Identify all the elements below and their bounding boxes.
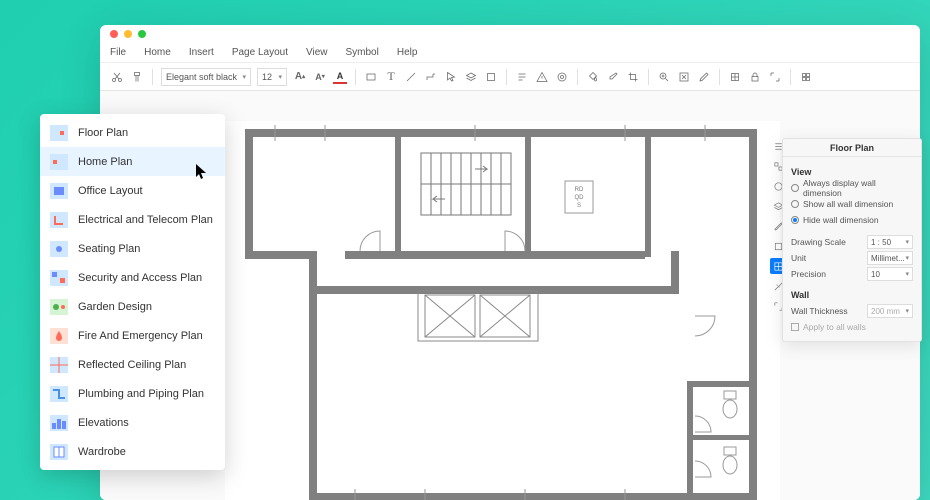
font-color-icon[interactable]: A bbox=[333, 70, 347, 84]
home-plan-icon bbox=[50, 154, 68, 170]
wall-section-label: Wall bbox=[791, 290, 913, 300]
office-layout-icon bbox=[50, 183, 68, 199]
menu-file[interactable]: File bbox=[110, 47, 126, 58]
precision-input[interactable]: 10▾ bbox=[867, 267, 913, 281]
layers-icon[interactable] bbox=[464, 70, 478, 84]
unit-input[interactable]: Millimet...▾ bbox=[867, 251, 913, 265]
crop-icon[interactable] bbox=[626, 70, 640, 84]
thickness-label: Wall Thickness bbox=[791, 306, 863, 316]
plan-item-fire[interactable]: Fire And Emergency Plan bbox=[40, 321, 225, 350]
font-smaller-icon[interactable]: A▾ bbox=[313, 70, 327, 84]
properties-title: Floor Plan bbox=[783, 139, 921, 157]
electrical-plan-icon bbox=[50, 212, 68, 228]
radio-always-display[interactable]: Always display wall dimension bbox=[791, 180, 913, 196]
fill-icon[interactable] bbox=[586, 70, 600, 84]
grid-icon[interactable] bbox=[728, 70, 742, 84]
menu-insert[interactable]: Insert bbox=[189, 47, 214, 58]
font-select[interactable]: Elegant soft black▾ bbox=[161, 68, 251, 86]
plan-item-floor[interactable]: Floor Plan bbox=[40, 118, 225, 147]
plan-item-garden[interactable]: Garden Design bbox=[40, 292, 225, 321]
more-icon[interactable] bbox=[799, 70, 813, 84]
thickness-input[interactable]: 200 mm▾ bbox=[867, 304, 913, 318]
plumbing-plan-icon bbox=[50, 386, 68, 402]
plan-item-ceiling[interactable]: Reflected Ceiling Plan bbox=[40, 350, 225, 379]
font-larger-icon[interactable]: A▴ bbox=[293, 70, 307, 84]
warning-icon[interactable] bbox=[535, 70, 549, 84]
select-icon[interactable] bbox=[444, 70, 458, 84]
plan-item-office[interactable]: Office Layout bbox=[40, 176, 225, 205]
plan-item-wardrobe[interactable]: Wardrobe bbox=[40, 437, 225, 466]
security-plan-icon bbox=[50, 270, 68, 286]
plan-item-plumbing[interactable]: Plumbing and Piping Plan bbox=[40, 379, 225, 408]
connector-icon[interactable] bbox=[424, 70, 438, 84]
font-size-select[interactable]: 12▾ bbox=[257, 68, 287, 86]
lock-icon[interactable] bbox=[748, 70, 762, 84]
eyedropper-icon[interactable] bbox=[606, 70, 620, 84]
cut-icon[interactable] bbox=[110, 70, 124, 84]
expand-icon[interactable] bbox=[768, 70, 782, 84]
style-icon[interactable] bbox=[484, 70, 498, 84]
radio-hide[interactable]: Hide wall dimension bbox=[791, 212, 913, 228]
menu-symbol[interactable]: Symbol bbox=[346, 47, 379, 58]
menu-help[interactable]: Help bbox=[397, 47, 418, 58]
shape-rect-icon[interactable] bbox=[364, 70, 378, 84]
apply-all-check[interactable]: Apply to all walls bbox=[791, 319, 913, 335]
garden-design-icon bbox=[50, 299, 68, 315]
svg-text:QD: QD bbox=[575, 195, 585, 201]
precision-label: Precision bbox=[791, 269, 863, 279]
svg-text:RD: RD bbox=[575, 187, 584, 193]
svg-text:S: S bbox=[577, 203, 581, 209]
zoom-in-icon[interactable] bbox=[657, 70, 671, 84]
plan-item-home[interactable]: Home Plan bbox=[40, 147, 225, 176]
plan-item-seating[interactable]: Seating Plan bbox=[40, 234, 225, 263]
properties-panel: Floor Plan View Always display wall dime… bbox=[782, 138, 922, 342]
plan-item-elevations[interactable]: Elevations bbox=[40, 408, 225, 437]
plan-type-menu: Floor Plan Home Plan Office Layout Elect… bbox=[40, 114, 225, 470]
elevations-icon bbox=[50, 415, 68, 431]
radio-show-all[interactable]: Show all wall dimension bbox=[791, 196, 913, 212]
ceiling-plan-icon bbox=[50, 357, 68, 373]
target-icon[interactable] bbox=[555, 70, 569, 84]
align-icon[interactable] bbox=[515, 70, 529, 84]
scale-label: Drawing Scale bbox=[791, 237, 863, 247]
seating-plan-icon bbox=[50, 241, 68, 257]
minimize-window-dot[interactable] bbox=[124, 30, 132, 38]
pen-icon[interactable] bbox=[697, 70, 711, 84]
text-icon[interactable]: T bbox=[384, 70, 398, 84]
menu-view[interactable]: View bbox=[306, 47, 328, 58]
maximize-window-dot[interactable] bbox=[138, 30, 146, 38]
format-painter-icon[interactable] bbox=[130, 70, 144, 84]
fire-plan-icon bbox=[50, 328, 68, 344]
unit-label: Unit bbox=[791, 253, 863, 263]
titlebar bbox=[100, 25, 920, 43]
wardrobe-icon bbox=[50, 444, 68, 460]
plan-item-security[interactable]: Security and Access Plan bbox=[40, 263, 225, 292]
menubar: File Home Insert Page Layout View Symbol… bbox=[100, 43, 920, 63]
menu-page-layout[interactable]: Page Layout bbox=[232, 47, 288, 58]
fit-icon[interactable] bbox=[677, 70, 691, 84]
close-window-dot[interactable] bbox=[110, 30, 118, 38]
scale-input[interactable]: 1 : 50▾ bbox=[867, 235, 913, 249]
plan-item-electrical[interactable]: Electrical and Telecom Plan bbox=[40, 205, 225, 234]
menu-home[interactable]: Home bbox=[144, 47, 171, 58]
toolbar: Elegant soft black▾ 12▾ A▴ A▾ A T bbox=[100, 63, 920, 91]
line-icon[interactable] bbox=[404, 70, 418, 84]
floor-plan-icon bbox=[50, 125, 68, 141]
props-view-label: View bbox=[791, 167, 913, 177]
floorplan-drawing[interactable]: RD QD S bbox=[225, 121, 780, 500]
